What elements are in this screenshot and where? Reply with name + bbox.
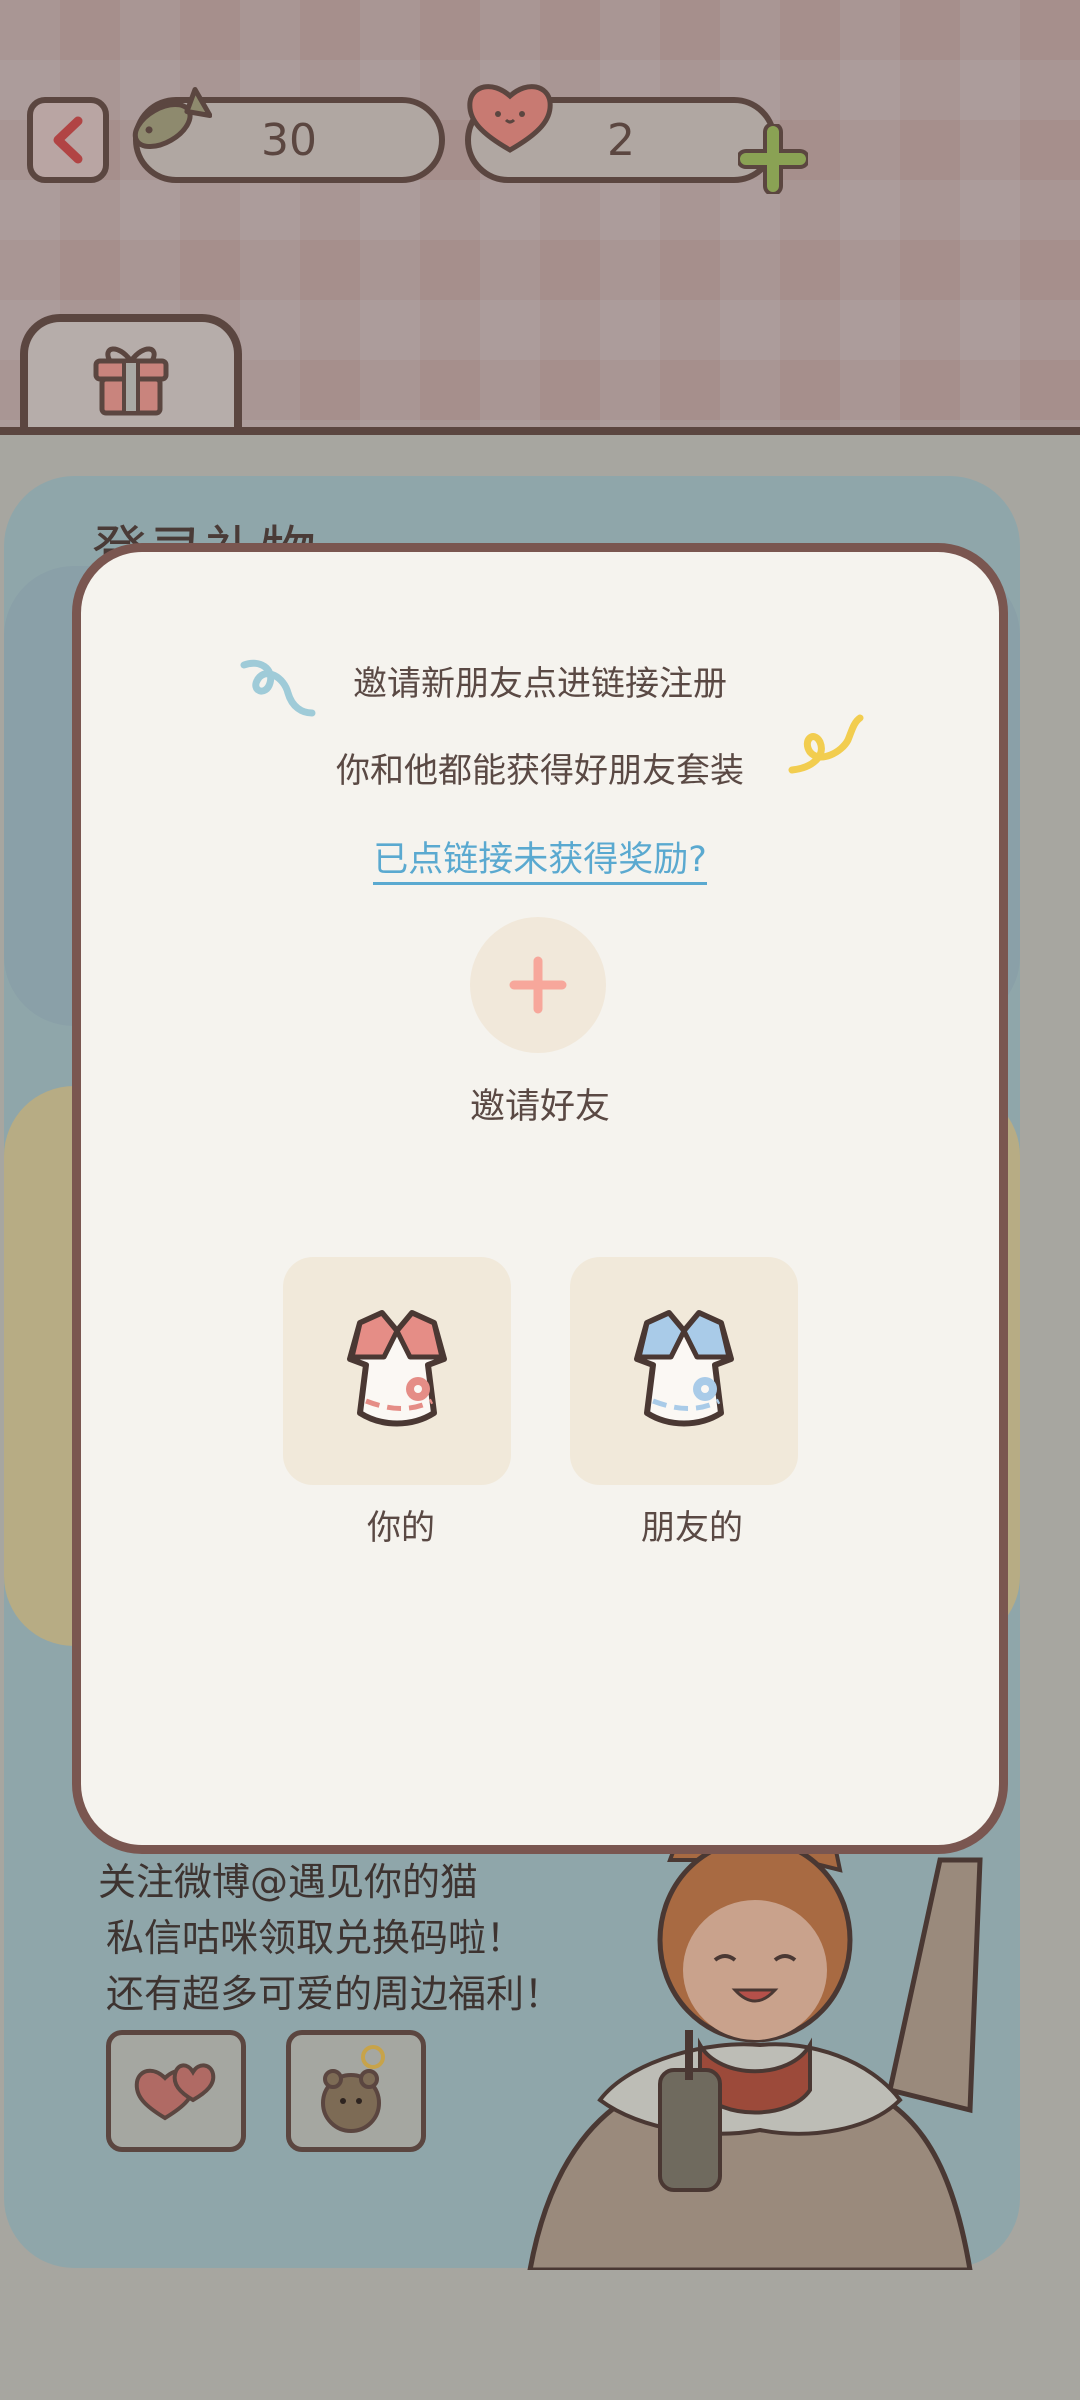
dress-pink-icon [347,1310,447,1427]
gift-icon [93,346,169,415]
promo-line: 私信咕咪领取兑换码啦！ [106,1916,525,1960]
add-heart-button[interactable] [738,124,808,194]
header-divider [0,427,1080,435]
promo-line: 还有超多可爱的周边福利！ [106,1972,563,2016]
promo-line: 关注微博@遇见你的猫 [98,1860,479,1904]
heart-count: 2 [607,114,635,166]
weibo-promo-text: 关注微博@遇见你的猫 私信咕咪领取兑换码啦！ 还有超多可爱的周边福利！ [98,1854,562,2022]
character-illustration [527,1830,983,2270]
invite-description-line2: 你和他都能获得好朋友套装 [336,751,744,791]
fish-icon [132,87,212,150]
reward-help-link[interactable]: 已点链接未获得奖励? [373,840,707,885]
invite-friend-label: 邀请好友 [469,1087,610,1127]
dress-blue-icon [634,1310,734,1427]
reward-you-label: 你的 [367,1508,435,1548]
invite-description-line1: 邀请新朋友点进链接注册 [353,664,727,704]
bear-keychain-icon [321,2045,385,2133]
reward-item-keychain[interactable] [286,2030,426,2152]
reward-outfit-you [283,1257,511,1485]
invite-friend-button[interactable] [470,917,606,1053]
fish-count: 30 [261,114,317,166]
reward-help-link-row: 已点链接未获得奖励? [0,831,1080,885]
back-button[interactable] [27,97,109,183]
reward-item-hearts[interactable] [106,2030,246,2152]
reward-friend-label: 朋友的 [641,1508,743,1548]
reward-outfit-friend [570,1257,798,1485]
heart-icon [467,84,553,153]
add-friend-icon [509,956,567,1014]
back-arrow-icon [53,116,83,164]
hearts-icon [134,2063,216,2121]
invite-friend-dialog [72,543,1008,1854]
tab-gift[interactable] [20,314,242,435]
